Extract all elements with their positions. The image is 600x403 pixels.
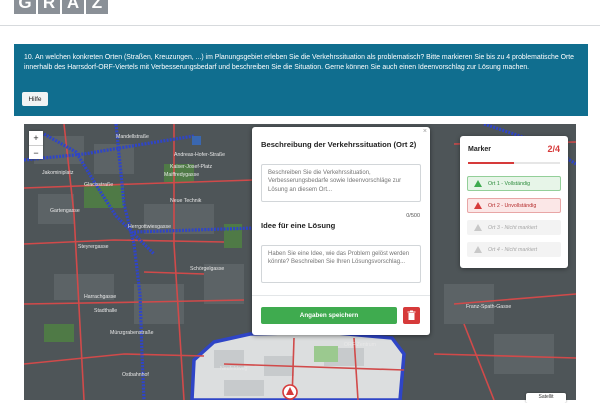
logo-letter: A: [62, 0, 84, 14]
graz-logo[interactable]: G R A Z: [14, 0, 108, 14]
street-label: Stadthalle: [94, 308, 117, 314]
transit-icon: [192, 136, 201, 145]
description-heading: Beschreibung der Verkehrssituation (Ort …: [261, 140, 417, 149]
top-bar: G R A Z: [0, 0, 600, 26]
warning-icon: [474, 246, 482, 253]
street-label: ORF-Zentrum: [344, 342, 376, 348]
marker-item-ort-1[interactable]: Ort 1 - Vollständig: [467, 176, 561, 191]
street-label: Mandellstraße: [116, 134, 149, 140]
street-label: Neue Technik: [170, 198, 202, 204]
zoom-in-button[interactable]: +: [29, 131, 43, 145]
logo-letter: G: [14, 0, 36, 14]
street-label: Harrachgasse: [84, 294, 116, 300]
char-counter: 0/500: [406, 213, 420, 219]
street-label: Franz-Spath-Gasse: [466, 304, 511, 310]
street-label: Herrgottwiesgasse: [128, 224, 171, 230]
idea-heading: Idee für eine Lösung: [261, 221, 336, 230]
help-button[interactable]: Hilfe: [22, 92, 48, 106]
street-label: Steyrergasse: [78, 244, 109, 250]
close-icon[interactable]: ×: [423, 128, 427, 135]
street-label: Münzgrabenstraße: [110, 330, 154, 336]
street-label: Maiffredygasse: [164, 172, 199, 178]
street-label: Ostbahnhof: [122, 372, 149, 378]
street-label: Kaiser-Josef-Platz: [170, 164, 212, 170]
description-textarea[interactable]: [261, 164, 421, 202]
idea-textarea[interactable]: [261, 245, 421, 283]
marker-item-ort-4[interactable]: Ort 4 - Nicht markiert: [467, 242, 561, 257]
warning-icon: [474, 202, 482, 209]
warning-icon: [474, 224, 482, 231]
delete-button[interactable]: [403, 307, 420, 324]
zoom-out-button[interactable]: −: [29, 145, 43, 159]
warning-icon: [474, 180, 482, 187]
street-label: Schörgelgasse: [190, 266, 224, 272]
marker-panel: Marker 2/4 Ort 1 - Vollständig Ort 2 - U…: [460, 136, 568, 268]
street-label: Neufeldweg: [220, 366, 248, 372]
marker-panel-title: Marker: [468, 146, 491, 153]
trash-icon: [407, 310, 416, 320]
marker-item-label: Ort 1 - Vollständig: [488, 181, 531, 187]
street-label: Gartengasse: [50, 208, 80, 214]
logo-letter: Z: [86, 0, 108, 14]
question-text: 10. An welchen konkreten Orten (Straßen,…: [24, 54, 575, 71]
logo-letter: R: [38, 0, 60, 14]
divider: [252, 295, 430, 296]
zoom-control: + −: [29, 131, 43, 159]
marker-count: 2/4: [547, 144, 560, 154]
street-label: Glacisstraße: [84, 182, 113, 188]
marker-item-label: Ort 2 - Unvollständig: [488, 203, 537, 209]
marker-progress: [468, 162, 560, 164]
street-label: Jakominiplatz: [42, 170, 74, 176]
question-box: 10. An welchen konkreten Orten (Straßen,…: [14, 44, 588, 116]
marker-item-ort-3[interactable]: Ort 3 - Nicht markiert: [467, 220, 561, 235]
marker-item-label: Ort 3 - Nicht markiert: [488, 225, 538, 231]
marker-item-ort-2[interactable]: Ort 2 - Unvollständig: [467, 198, 561, 213]
save-button[interactable]: Angaben speichern: [261, 307, 397, 324]
marker-popup: × Beschreibung der Verkehrssituation (Or…: [252, 127, 430, 335]
street-label: Andreas-Hofer-Straße: [174, 152, 225, 158]
marker-item-label: Ort 4 - Nicht markiert: [488, 247, 538, 253]
satellite-layer-button[interactable]: Satellit: [526, 393, 566, 403]
